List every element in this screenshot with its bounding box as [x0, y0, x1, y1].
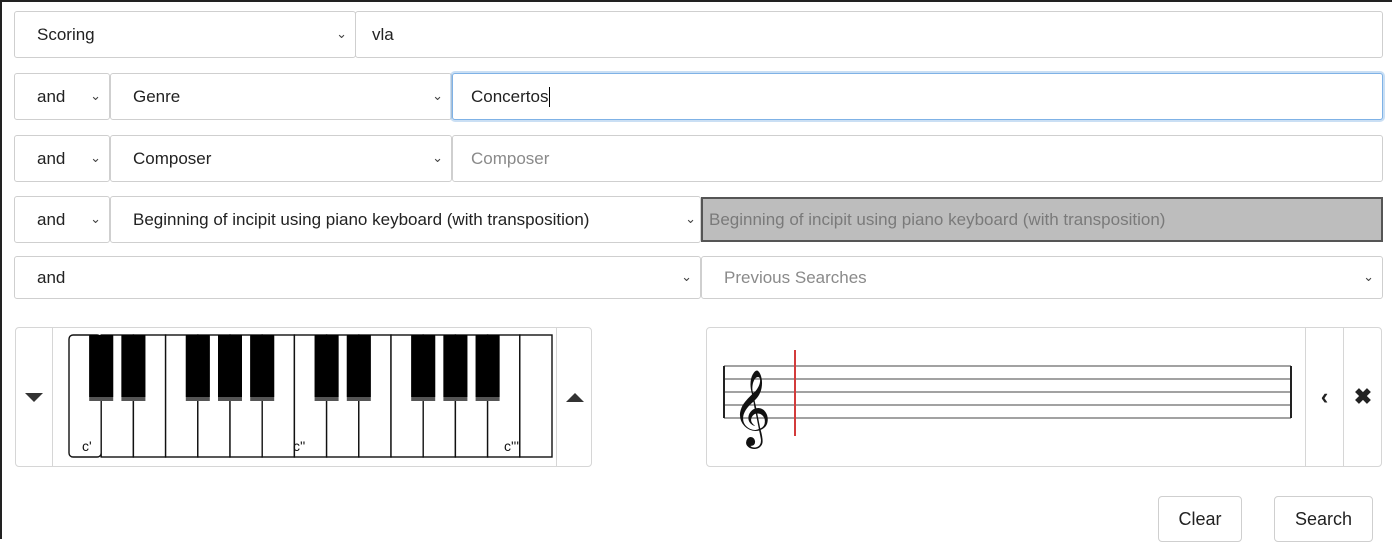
field-select-1-label: Scoring: [37, 24, 95, 44]
incipit-input: Beginning of incipit using piano keyboar…: [701, 197, 1383, 242]
incipit-input-placeholder: Beginning of incipit using piano keyboar…: [709, 209, 1166, 229]
previous-searches-label: Previous Searches: [724, 267, 867, 287]
black-key[interactable]: [185, 335, 210, 397]
search-input-3[interactable]: Composer: [452, 135, 1383, 182]
operator-select-5-label: and: [37, 267, 66, 287]
black-key[interactable]: [121, 335, 146, 397]
piano-keyboard[interactable]: c' c'' c''': [68, 334, 554, 458]
operator-select-5[interactable]: and ⌄: [14, 256, 701, 299]
search-input-2-value: Concertos: [471, 86, 549, 106]
chevron-down-icon: ⌄: [432, 149, 443, 165]
music-staff: 𝄞: [723, 350, 1292, 449]
field-select-3[interactable]: Composer ⌄: [110, 135, 452, 182]
chevron-down-icon: ⌄: [1363, 268, 1374, 284]
chevron-down-icon: ⌄: [90, 87, 101, 103]
chevron-left-icon: ‹: [1320, 384, 1329, 409]
close-icon: ✖: [1353, 384, 1373, 409]
black-key[interactable]: [218, 335, 242, 397]
key-label-c1: c': [82, 438, 92, 454]
triangle-down-icon: [25, 392, 43, 402]
search-input-3-placeholder: Composer: [471, 148, 550, 168]
black-key[interactable]: [443, 335, 468, 397]
piano-keyboard-panel: c' c'' c''': [15, 327, 592, 467]
key-label-c2: c'': [293, 438, 305, 454]
triangle-up-icon: [566, 392, 584, 402]
operator-select-4[interactable]: and ⌄: [14, 196, 110, 243]
black-key[interactable]: [89, 335, 114, 397]
key-label-c3: c''': [504, 438, 519, 454]
black-key[interactable]: [250, 335, 275, 397]
chevron-down-icon: ⌄: [336, 25, 347, 41]
black-key[interactable]: [314, 335, 339, 397]
search-input-1-value: vla: [372, 24, 394, 44]
white-key[interactable]: [519, 334, 553, 458]
operator-select-2[interactable]: and ⌄: [14, 73, 110, 120]
previous-searches-select[interactable]: Previous Searches ⌄: [701, 256, 1383, 299]
clear-incipit-button[interactable]: ✖: [1343, 328, 1382, 466]
field-select-3-label: Composer: [133, 148, 212, 168]
chevron-down-icon: ⌄: [681, 268, 692, 284]
octave-up-button[interactable]: [556, 328, 593, 466]
octave-down-button[interactable]: [16, 328, 53, 466]
search-input-2[interactable]: Concertos: [452, 73, 1383, 120]
treble-clef-icon: 𝄞: [732, 369, 771, 449]
chevron-down-icon: ⌄: [90, 149, 101, 165]
text-cursor: [549, 86, 551, 107]
black-key[interactable]: [346, 335, 371, 397]
black-key[interactable]: [475, 335, 500, 397]
field-select-2-label: Genre: [133, 86, 181, 106]
operator-select-2-label: and: [37, 86, 66, 106]
backspace-button[interactable]: ‹: [1305, 328, 1343, 466]
search-input-1[interactable]: vla: [355, 11, 1383, 58]
operator-select-3[interactable]: and ⌄: [14, 135, 110, 182]
incipit-staff-panel: 𝄞 ‹ ✖: [706, 327, 1382, 467]
chevron-down-icon: ⌄: [685, 210, 696, 226]
field-select-4[interactable]: Beginning of incipit using piano keyboar…: [110, 196, 701, 243]
chevron-down-icon: ⌄: [90, 210, 101, 226]
field-select-1[interactable]: Scoring ⌄: [14, 11, 356, 58]
clear-button[interactable]: Clear: [1158, 496, 1242, 542]
field-select-4-label: Beginning of incipit using piano keyboar…: [133, 209, 590, 229]
search-button[interactable]: Search: [1274, 496, 1373, 542]
chevron-down-icon: ⌄: [432, 87, 443, 103]
field-select-2[interactable]: Genre ⌄: [110, 73, 452, 120]
black-key[interactable]: [411, 335, 436, 397]
operator-select-3-label: and: [37, 148, 66, 168]
operator-select-4-label: and: [37, 209, 66, 229]
